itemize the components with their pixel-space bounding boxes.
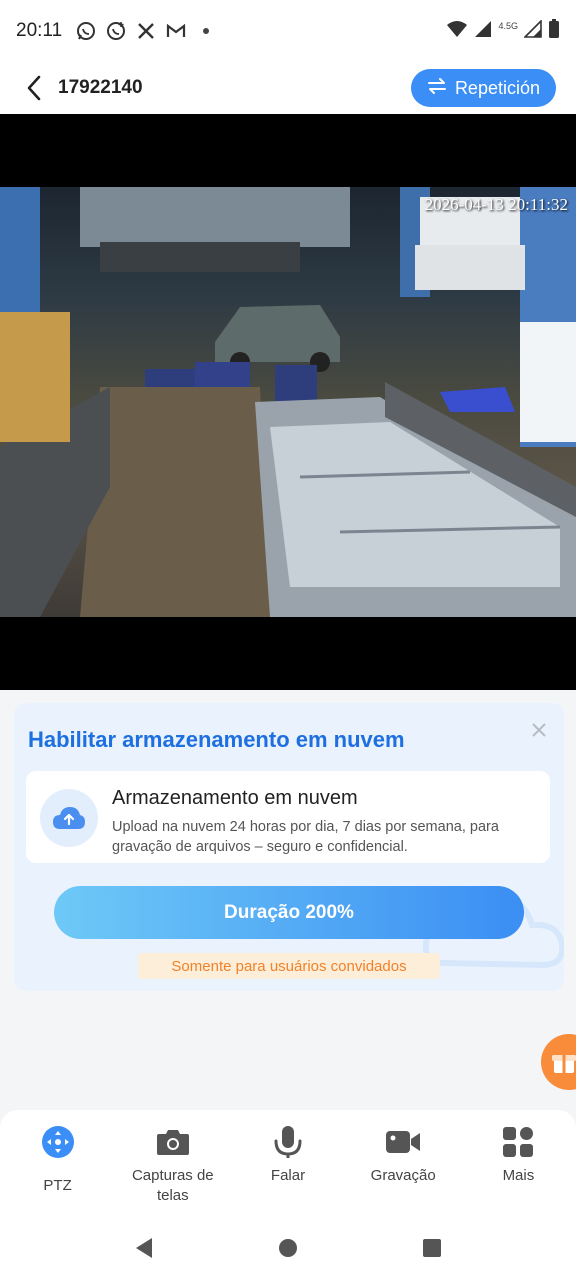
nav-back-button[interactable] [132,1236,156,1260]
status-bar: 20:11 4.5G [0,0,576,62]
cloud-item-description: Upload na nuvem 24 horas por dia, 7 dias… [112,819,499,855]
cloud-upload-icon [40,789,98,847]
cloud-storage-promo: Habilitar armazenamento em nuvem Armazen… [14,703,564,991]
close-promo-button[interactable] [528,719,550,741]
status-time: 20:11 [16,20,63,41]
camera-feed: 2026-04-13 20:11:32 [0,187,576,617]
replay-label: Repetición [454,77,540,98]
tool-label-more: Mais [502,1167,535,1184]
toolbar-screenshot[interactable]: Capturas de telas [115,1110,230,1216]
notification-icons [76,21,216,41]
battery-icon [548,18,560,44]
circle-home-icon [279,1239,297,1257]
cloud-promo-title: Habilitar armazenamento em nuvem [28,727,405,752]
nav-recents-button[interactable] [420,1236,444,1260]
toolbar-ptz[interactable]: PTZ [0,1110,115,1216]
video-record-icon [385,1124,421,1160]
tool-label-talk: Falar [270,1167,306,1184]
swap-arrows-icon [427,77,447,100]
signal-icon [474,20,492,43]
whatsapp-icon [76,21,96,41]
more-grid-icon [500,1124,536,1160]
bottom-toolbar: PTZ Capturas de telas Falar Gravação Mai… [0,1110,576,1216]
tool-label-screenshot: Capturas de telas [131,1167,214,1204]
close-icon [532,723,546,737]
more-notifications-icon [196,21,216,41]
gmail-icon [166,21,186,41]
nav-home-button[interactable] [276,1236,300,1260]
back-button[interactable] [20,68,48,108]
system-status: 4.5G [446,18,560,44]
wifi-icon [446,20,468,43]
gift-icon [552,1055,576,1073]
guest-only-note: Somente para usuários convidados [138,953,440,979]
tool-label-record: Gravação [370,1167,436,1184]
square-recents-icon [423,1239,441,1257]
camera-scene-image [0,187,576,617]
toolbar-talk[interactable]: Falar [230,1110,345,1216]
network-type: 4.5G [498,21,518,31]
gift-floating-button[interactable] [541,1034,576,1090]
ptz-icon [40,1124,76,1160]
chevron-left-icon [27,75,41,101]
triangle-back-icon [136,1238,152,1258]
replay-button[interactable]: Repetición [410,69,556,107]
top-header: 17922140 Repetición [0,62,576,114]
system-navigation-bar [0,1216,576,1280]
live-video-player[interactable]: 2026-04-13 20:11:32 [0,114,576,690]
camera-icon [155,1124,191,1160]
toolbar-more[interactable]: Mais [461,1110,576,1216]
toolbar-record[interactable]: Gravação [346,1110,461,1216]
tool-label-ptz: PTZ [43,1177,72,1194]
x-icon [136,21,156,41]
cloud-item-title: Armazenamento em nuvem [112,787,358,809]
signal-2-icon [523,18,542,43]
camera-timestamp: 2026-04-13 20:11:32 [424,195,568,214]
duration-button[interactable]: Duração 200% [54,886,524,939]
whatsapp-business-icon [106,21,126,41]
cloud-storage-item[interactable]: Armazenamento em nuvem Upload na nuvem 2… [26,771,550,863]
device-title: 17922140 [58,77,143,98]
microphone-icon [270,1124,306,1160]
